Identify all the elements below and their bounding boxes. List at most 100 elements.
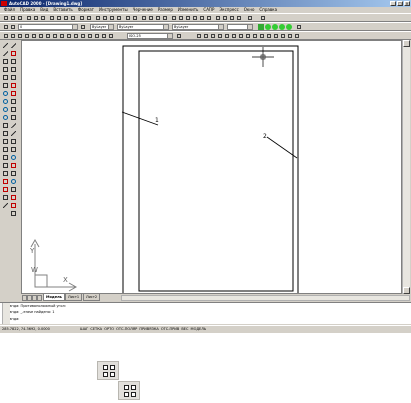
diameter-dim-icon[interactable] bbox=[31, 33, 37, 39]
brush-icon[interactable] bbox=[10, 202, 17, 209]
tab-layout1[interactable]: Лист1 bbox=[65, 294, 83, 301]
osnap-midpoint-icon[interactable] bbox=[203, 33, 209, 39]
tab-last-icon[interactable] bbox=[37, 295, 42, 301]
stretch-icon[interactable] bbox=[10, 106, 17, 113]
ole-icon[interactable] bbox=[2, 194, 9, 201]
polar-toggle[interactable]: ОТС-ПОЛЯР bbox=[116, 327, 137, 331]
construction-line-icon[interactable] bbox=[2, 50, 9, 57]
pan-icon[interactable] bbox=[141, 15, 147, 21]
copy-object-icon[interactable] bbox=[10, 50, 17, 57]
help-icon[interactable] bbox=[247, 15, 253, 21]
lineweight-combo[interactable]: ByLayer bbox=[172, 24, 224, 30]
osnap-tangent-icon[interactable] bbox=[245, 33, 251, 39]
make-layer-current-icon[interactable] bbox=[3, 24, 9, 30]
shade-icon[interactable] bbox=[236, 15, 242, 21]
plotstyle-combo[interactable] bbox=[227, 24, 253, 30]
tab-layout2[interactable]: Лист2 bbox=[83, 294, 101, 301]
osnap-nearest-icon[interactable] bbox=[280, 33, 286, 39]
close-icon[interactable]: × bbox=[404, 1, 410, 6]
region-icon[interactable] bbox=[2, 154, 9, 161]
aerial-view-icon[interactable] bbox=[132, 15, 138, 21]
inquiry-icon[interactable] bbox=[116, 15, 122, 21]
rotate-icon[interactable] bbox=[10, 90, 17, 97]
minimize-icon[interactable]: _ bbox=[390, 1, 396, 6]
spline-icon[interactable] bbox=[2, 106, 9, 113]
tab-model[interactable]: Модель bbox=[43, 294, 65, 301]
tracking-icon[interactable] bbox=[102, 15, 108, 21]
eyedropper-icon[interactable] bbox=[10, 210, 17, 217]
command-window[interactable]: Команда: Противоположный угол: Команда: … bbox=[0, 302, 411, 324]
dimstyle-manager-icon[interactable] bbox=[176, 33, 182, 39]
redraw-icon[interactable] bbox=[125, 15, 131, 21]
zoom-out-icon[interactable] bbox=[192, 15, 198, 21]
view-front-icon[interactable] bbox=[222, 15, 228, 21]
array-icon[interactable] bbox=[10, 74, 17, 81]
erase-icon[interactable] bbox=[10, 42, 17, 49]
tool-icon[interactable] bbox=[296, 24, 302, 30]
zoom-extents-icon[interactable] bbox=[206, 15, 212, 21]
pencil-icon[interactable] bbox=[2, 202, 9, 209]
render-icon[interactable] bbox=[2, 186, 9, 193]
green-circle-icon[interactable] bbox=[279, 24, 285, 30]
angular-dim-icon[interactable] bbox=[38, 33, 44, 39]
model-toggle[interactable]: МОДЕЛЬ bbox=[191, 327, 207, 331]
redo-icon[interactable] bbox=[86, 15, 92, 21]
command-scrollbar[interactable] bbox=[2, 303, 10, 324]
osnap-center-icon[interactable] bbox=[231, 33, 237, 39]
trim-icon[interactable] bbox=[10, 122, 17, 129]
polyline-icon[interactable] bbox=[2, 66, 9, 73]
line-icon[interactable] bbox=[2, 42, 9, 49]
osnap-extension-icon[interactable] bbox=[224, 33, 230, 39]
layers-icon[interactable] bbox=[10, 24, 16, 30]
zoom-window-icon[interactable] bbox=[155, 15, 161, 21]
text-icon[interactable] bbox=[2, 170, 9, 177]
horizontal-scrollbar[interactable] bbox=[121, 295, 410, 301]
cut-icon[interactable] bbox=[49, 15, 55, 21]
view-top-icon[interactable] bbox=[215, 15, 221, 21]
zoom-all-icon[interactable] bbox=[199, 15, 205, 21]
otrack-toggle[interactable]: ОТС-ПРИВ bbox=[161, 327, 179, 331]
hatch-icon[interactable] bbox=[2, 146, 9, 153]
continue-dim-icon[interactable] bbox=[59, 33, 65, 39]
offset-icon[interactable] bbox=[10, 66, 17, 73]
zoom-realtime-icon[interactable] bbox=[148, 15, 154, 21]
zoom-previous-icon[interactable] bbox=[162, 15, 168, 21]
paste-icon[interactable] bbox=[63, 15, 69, 21]
osnap-parallel-icon[interactable] bbox=[259, 33, 265, 39]
osnap-toggle[interactable]: ПРИВЯЗКА bbox=[139, 327, 158, 331]
polygon-icon[interactable] bbox=[2, 74, 9, 81]
aligned-dim-icon[interactable] bbox=[10, 33, 16, 39]
zoom-in-icon[interactable] bbox=[185, 15, 191, 21]
lengthen-icon[interactable] bbox=[10, 114, 17, 121]
find-icon[interactable] bbox=[40, 15, 46, 21]
grid-toggle[interactable]: СЕТКА bbox=[90, 327, 102, 331]
point-icon[interactable] bbox=[2, 138, 9, 145]
dim-edit-icon[interactable] bbox=[87, 33, 93, 39]
drawing-area[interactable]: 1 2 Y X W bbox=[21, 40, 402, 294]
view-iso-icon[interactable] bbox=[229, 15, 235, 21]
osnap-insert-icon[interactable] bbox=[266, 33, 272, 39]
new-icon[interactable] bbox=[3, 15, 9, 21]
match-properties-icon[interactable] bbox=[70, 15, 76, 21]
arc-icon[interactable] bbox=[2, 90, 9, 97]
green-circle-icon[interactable] bbox=[265, 24, 271, 30]
design-center-icon[interactable] bbox=[178, 15, 184, 21]
fillet-icon[interactable] bbox=[10, 154, 17, 161]
make-block-icon[interactable] bbox=[2, 130, 9, 137]
dimstyle-combo[interactable]: ISO-25 bbox=[127, 33, 173, 39]
osnap-perpendicular-icon[interactable] bbox=[252, 33, 258, 39]
color-combo[interactable]: ByLayer bbox=[90, 24, 114, 30]
autocad-app-icon[interactable] bbox=[1, 1, 7, 6]
paint-icon[interactable] bbox=[10, 194, 17, 201]
quick-dim-icon[interactable] bbox=[45, 33, 51, 39]
properties-icon[interactable] bbox=[171, 15, 177, 21]
extend-icon[interactable] bbox=[10, 130, 17, 137]
maximize-icon[interactable]: □ bbox=[397, 1, 403, 6]
ellipse-icon[interactable] bbox=[2, 114, 9, 121]
leader-icon[interactable] bbox=[66, 33, 72, 39]
dim-update-icon[interactable] bbox=[101, 33, 107, 39]
insert-block-icon[interactable] bbox=[2, 122, 9, 129]
linetype-combo[interactable]: ByLayer bbox=[117, 24, 169, 30]
osnap-settings-icon[interactable] bbox=[294, 33, 300, 39]
osnap-intersection-icon[interactable] bbox=[210, 33, 216, 39]
